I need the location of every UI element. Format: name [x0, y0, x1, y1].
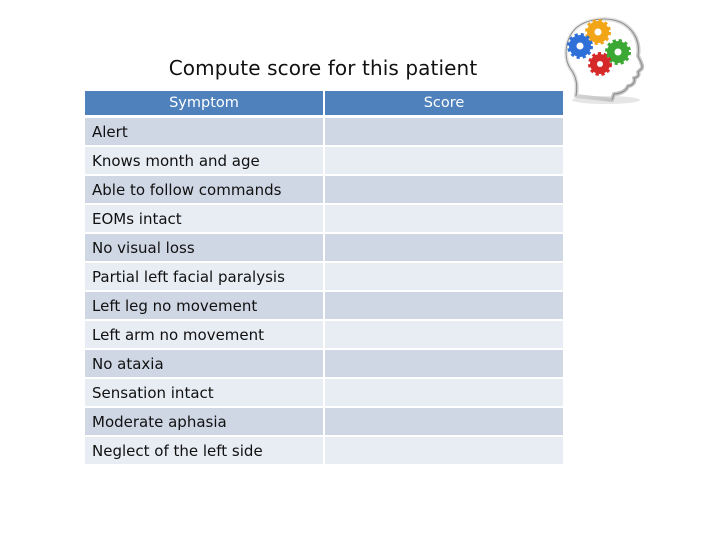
symptom-cell: EOMs intact — [85, 205, 323, 234]
table-row: Left leg no movement — [85, 292, 563, 321]
score-cell[interactable] — [325, 437, 563, 466]
table-row: No visual loss — [85, 234, 563, 263]
table-row: Knows month and age — [85, 147, 563, 176]
gear-blue-icon — [567, 33, 593, 59]
slide-title: Compute score for this patient — [168, 56, 478, 80]
table-row: Partial left facial paralysis — [85, 263, 563, 292]
gear-red-icon — [588, 52, 612, 76]
score-cell[interactable] — [325, 118, 563, 147]
table-row: Moderate aphasia — [85, 408, 563, 437]
symptom-cell: Able to follow commands — [85, 176, 323, 205]
symptom-cell: Left leg no movement — [85, 292, 323, 321]
score-cell[interactable] — [325, 234, 563, 263]
score-cell[interactable] — [325, 379, 563, 408]
score-cell[interactable] — [325, 263, 563, 292]
score-cell[interactable] — [325, 321, 563, 350]
symptom-cell: Alert — [85, 118, 323, 147]
table-row: EOMs intact — [85, 205, 563, 234]
head-with-gears-icon — [564, 17, 645, 104]
table-row: Left arm no movement — [85, 321, 563, 350]
score-cell[interactable] — [325, 292, 563, 321]
table-header-row: Symptom Score — [85, 91, 563, 118]
symptom-cell: Moderate aphasia — [85, 408, 323, 437]
score-cell[interactable] — [325, 408, 563, 437]
score-cell[interactable] — [325, 205, 563, 234]
score-cell[interactable] — [325, 350, 563, 379]
symptom-cell: Knows month and age — [85, 147, 323, 176]
symptom-cell: Neglect of the left side — [85, 437, 323, 466]
symptom-cell: Sensation intact — [85, 379, 323, 408]
score-cell[interactable] — [325, 147, 563, 176]
symptom-cell: Partial left facial paralysis — [85, 263, 323, 292]
table-row: Alert — [85, 118, 563, 147]
table-row: Sensation intact — [85, 379, 563, 408]
column-header-symptom: Symptom — [85, 91, 323, 118]
table-row: Able to follow commands — [85, 176, 563, 205]
table-row: Neglect of the left side — [85, 437, 563, 466]
score-cell[interactable] — [325, 176, 563, 205]
table-row: No ataxia — [85, 350, 563, 379]
score-table: Symptom Score Alert Knows month and age … — [85, 91, 563, 466]
symptom-cell: No ataxia — [85, 350, 323, 379]
column-header-score: Score — [325, 91, 563, 118]
symptom-cell: No visual loss — [85, 234, 323, 263]
symptom-cell: Left arm no movement — [85, 321, 323, 350]
gear-orange-icon — [585, 19, 611, 45]
